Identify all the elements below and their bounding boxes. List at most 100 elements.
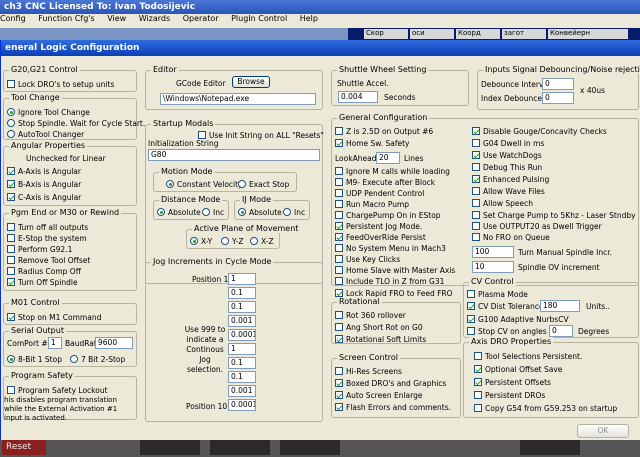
jog-input-8[interactable]: 0.1	[228, 371, 256, 383]
tool-selections-persistent-checkbox[interactable]: Tool Selections Persistent.	[474, 351, 582, 361]
lock-dro-checkbox[interactable]: Lock DRO's to setup units	[7, 79, 114, 89]
run-macro-pump-checkbox[interactable]: Run Macro Pump	[335, 199, 409, 209]
radio-plane-xz[interactable]: X-Z	[250, 236, 274, 246]
flash-errors-checkbox[interactable]: Flash Errors and comments.	[335, 402, 451, 412]
boxed-dros-checkbox[interactable]: Boxed DRO's and Graphics	[335, 378, 446, 388]
ang-short-rot-checkbox[interactable]: Ang Short Rot on G0	[335, 322, 423, 332]
bg-tab[interactable]: Коорд	[456, 29, 500, 39]
radio-stop-spindle[interactable]: Stop Spindle. Wait for Cycle Start.	[7, 118, 145, 128]
feedoverride-persist-checkbox[interactable]: FeedOverRide Persist	[335, 232, 426, 242]
reset-button[interactable]: Reset	[2, 440, 46, 455]
turn-off-outputs-checkbox[interactable]: Turn off all outputs	[7, 222, 88, 232]
allow-speech-checkbox[interactable]: Allow Speech	[472, 198, 533, 208]
stop-m1-checkbox[interactable]: Stop on M1 Command	[7, 312, 101, 322]
jog-input-1[interactable]: 1	[228, 273, 256, 285]
bg-tab[interactable]: оси	[410, 29, 454, 39]
jog-input-7[interactable]: 0.1	[228, 357, 256, 369]
jog-input-5[interactable]: 0.0001	[228, 329, 256, 341]
cv-dist-input[interactable]: 180	[540, 300, 580, 312]
jog-input-2[interactable]: 0.1	[228, 287, 256, 299]
jog-input-9[interactable]: 0.001	[228, 385, 256, 397]
persistent-jog-checkbox[interactable]: Persistent Jog Mode.	[335, 221, 422, 231]
stop-cv-angles-checkbox[interactable]: Stop CV on angles >	[467, 326, 555, 336]
key-clicks-checkbox[interactable]: Use Key Clicks	[335, 254, 400, 264]
hi-res-checkbox[interactable]: Hi-Res Screens	[335, 366, 402, 376]
radio-plane-yz[interactable]: Y-Z	[221, 236, 244, 246]
editor-path-field[interactable]: \Windows\Notepad.exe	[160, 93, 316, 105]
radio-7bit[interactable]: 7 Bit 2-Stop	[70, 354, 125, 364]
auto-enlarge-checkbox[interactable]: Auto Screen Enlarge	[335, 390, 422, 400]
disable-gouge-checkbox[interactable]: Disable Gouge/Concavity Checks	[472, 126, 607, 136]
safety-lockout-checkbox[interactable]: Program Safety Lockout	[7, 385, 108, 395]
jog-input-6[interactable]: 1	[228, 343, 256, 355]
radio-autotool-changer[interactable]: AutoTool Changer	[7, 129, 84, 139]
radio-plane-xy[interactable]: X-Y	[190, 236, 212, 246]
menu-wizards[interactable]: Wizards	[139, 14, 170, 23]
radio-distance-absolute[interactable]: Absolute	[157, 207, 201, 217]
menu-plugin-control[interactable]: PlugIn Control	[231, 14, 287, 23]
wave-files-checkbox[interactable]: Allow Wave Files	[472, 186, 545, 196]
udp-pendent-checkbox[interactable]: UDP Pendent Control	[335, 188, 424, 198]
radio-8bit[interactable]: 8-Bit 1 Stop	[7, 354, 62, 364]
manual-spindle-incr-input[interactable]: 100	[472, 246, 514, 258]
debounce-interval-input[interactable]: 0	[542, 78, 574, 90]
radio-ij-absolute[interactable]: Absolute	[238, 207, 282, 217]
g04-dwell-checkbox[interactable]: G04 Dwell in ms	[472, 138, 544, 148]
home-slave-checkbox[interactable]: Home Slave with Master Axis	[335, 265, 455, 275]
enhanced-pulsing-checkbox[interactable]: Enhanced Pulsing	[472, 174, 549, 184]
bg-tab[interactable]: загот	[502, 29, 546, 39]
menu-function-cfgs[interactable]: Function Cfg's	[38, 14, 94, 23]
bg-bottom-button[interactable]	[210, 440, 270, 455]
baudrate-input[interactable]: 9600	[95, 337, 133, 349]
c-axis-checkbox[interactable]: C-Axis is Angular	[7, 192, 81, 202]
comport-input[interactable]: 1	[48, 337, 62, 349]
turn-off-spindle-checkbox[interactable]: Turn Off Spindle	[7, 277, 78, 287]
a-axis-checkbox[interactable]: A-Axis is Angular	[7, 166, 81, 176]
stop-cv-angle-input[interactable]: 0	[549, 325, 573, 337]
estop-checkbox[interactable]: E-Stop the system	[7, 233, 87, 243]
rot-360-checkbox[interactable]: Rot 360 rollover	[335, 310, 406, 320]
ignore-m-calls-checkbox[interactable]: Ignore M calls while loading	[335, 166, 450, 176]
m9-execute-checkbox[interactable]: M9- Execute after Block	[335, 177, 435, 187]
copy-g54-checkbox[interactable]: Copy G54 from G59.253 on startup	[474, 403, 617, 413]
remove-tool-offset-checkbox[interactable]: Remove Tool Offset	[7, 255, 90, 265]
no-fro-queue-checkbox[interactable]: No FRO on Queue	[472, 232, 550, 242]
bg-bottom-button[interactable]	[280, 440, 340, 455]
persistent-offsets-checkbox[interactable]: Persistent Offsets	[474, 377, 551, 387]
plasma-mode-checkbox[interactable]: Plasma Mode	[467, 289, 528, 299]
cv-dist-tolerance-checkbox[interactable]: CV Dist Tolerance	[467, 301, 544, 311]
menu-view[interactable]: View	[107, 14, 126, 23]
shuttle-accel-input[interactable]: 0.004	[338, 91, 378, 103]
menu-help[interactable]: Help	[300, 14, 318, 23]
chargepump-estop-checkbox[interactable]: ChargePump On in EStop	[335, 210, 441, 220]
optional-offset-save-checkbox[interactable]: Optional Offset Save	[474, 364, 562, 374]
browse-button[interactable]: Browse	[232, 76, 270, 88]
radio-distance-inc[interactable]: Inc	[202, 207, 224, 217]
bg-tab[interactable]: Скор	[364, 29, 408, 39]
radio-ignore-tool-change[interactable]: Ignore Tool Change	[7, 107, 90, 117]
z-25d-checkbox[interactable]: Z is 2.5D on Output #6	[335, 126, 433, 136]
radio-ij-inc[interactable]: Inc	[283, 207, 305, 217]
lookahead-input[interactable]: 20	[376, 152, 400, 164]
bg-bottom-button[interactable]	[140, 440, 200, 455]
b-axis-checkbox[interactable]: B-Axis is Angular	[7, 179, 81, 189]
menu-operator[interactable]: Operator	[183, 14, 219, 23]
include-tlo-checkbox[interactable]: Include TLO in Z from G31	[335, 276, 444, 286]
index-debounce-input[interactable]: 0	[542, 92, 574, 104]
g92-checkbox[interactable]: Perform G92.1	[7, 244, 72, 254]
charge-pump-5khz-checkbox[interactable]: Set Charge Pump to 5Khz - Laser Stndby	[472, 210, 636, 220]
spindle-ov-input[interactable]: 10	[472, 261, 514, 273]
bg-tab[interactable]: Конвейерн	[548, 29, 628, 39]
g100-nurbs-checkbox[interactable]: G100 Adaptive NurbsCV	[467, 314, 569, 324]
home-sw-safety-checkbox[interactable]: Home Sw. Safety	[335, 138, 410, 148]
bg-bottom-button[interactable]	[520, 440, 580, 455]
ok-button[interactable]: OK	[577, 424, 629, 438]
jog-input-3[interactable]: 0.1	[228, 301, 256, 313]
output20-dwell-checkbox[interactable]: Use OUTPUT20 as Dwell Trigger	[472, 221, 602, 231]
no-system-menu-checkbox[interactable]: No System Menu in Mach3	[335, 243, 446, 253]
debug-run-checkbox[interactable]: Debug This Run	[472, 162, 542, 172]
radius-comp-off-checkbox[interactable]: Radius Comp Off	[7, 266, 81, 276]
menu-config[interactable]: Config	[0, 14, 26, 23]
watchdogs-checkbox[interactable]: Use WatchDogs	[472, 150, 542, 160]
radio-constant-velocity[interactable]: Constant Velocity	[166, 179, 243, 189]
